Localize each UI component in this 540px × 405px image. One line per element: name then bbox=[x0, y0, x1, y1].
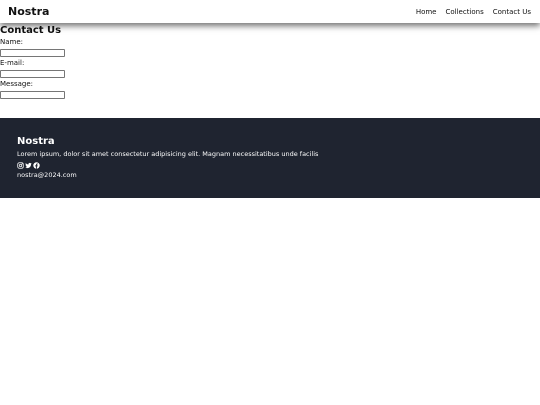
nav-links: Home Collections Contact Us bbox=[416, 8, 531, 16]
twitter-icon[interactable] bbox=[25, 162, 32, 169]
nav-link-home[interactable]: Home bbox=[416, 8, 437, 16]
footer-email[interactable]: nostra@2024.com bbox=[17, 171, 523, 180]
footer-description: Lorem ipsum, dolor sit amet consectetur … bbox=[17, 150, 319, 158]
contact-form: Name: E-mail: Message: bbox=[0, 38, 540, 99]
facebook-icon[interactable] bbox=[33, 161, 40, 169]
nav-link-contact-us[interactable]: Contact Us bbox=[493, 8, 531, 16]
message-label: Message: bbox=[0, 80, 34, 88]
name-label: Name: bbox=[0, 38, 24, 46]
message-input[interactable] bbox=[0, 91, 65, 99]
navbar: Nostra Home Collections Contact Us bbox=[0, 0, 540, 23]
footer-brand: Nostra bbox=[17, 136, 55, 147]
instagram-icon[interactable] bbox=[17, 161, 24, 169]
social-links bbox=[17, 161, 523, 169]
name-input[interactable] bbox=[0, 49, 65, 57]
email-label: E-mail: bbox=[0, 59, 25, 67]
contact-section: Contact Us Name: E-mail: Message: bbox=[0, 25, 540, 101]
brand-logo[interactable]: Nostra bbox=[8, 5, 49, 18]
contact-title: Contact Us bbox=[0, 25, 62, 36]
footer: Nostra Lorem ipsum, dolor sit amet conse… bbox=[0, 118, 540, 198]
email-input[interactable] bbox=[0, 70, 65, 78]
nav-link-collections[interactable]: Collections bbox=[445, 8, 483, 16]
